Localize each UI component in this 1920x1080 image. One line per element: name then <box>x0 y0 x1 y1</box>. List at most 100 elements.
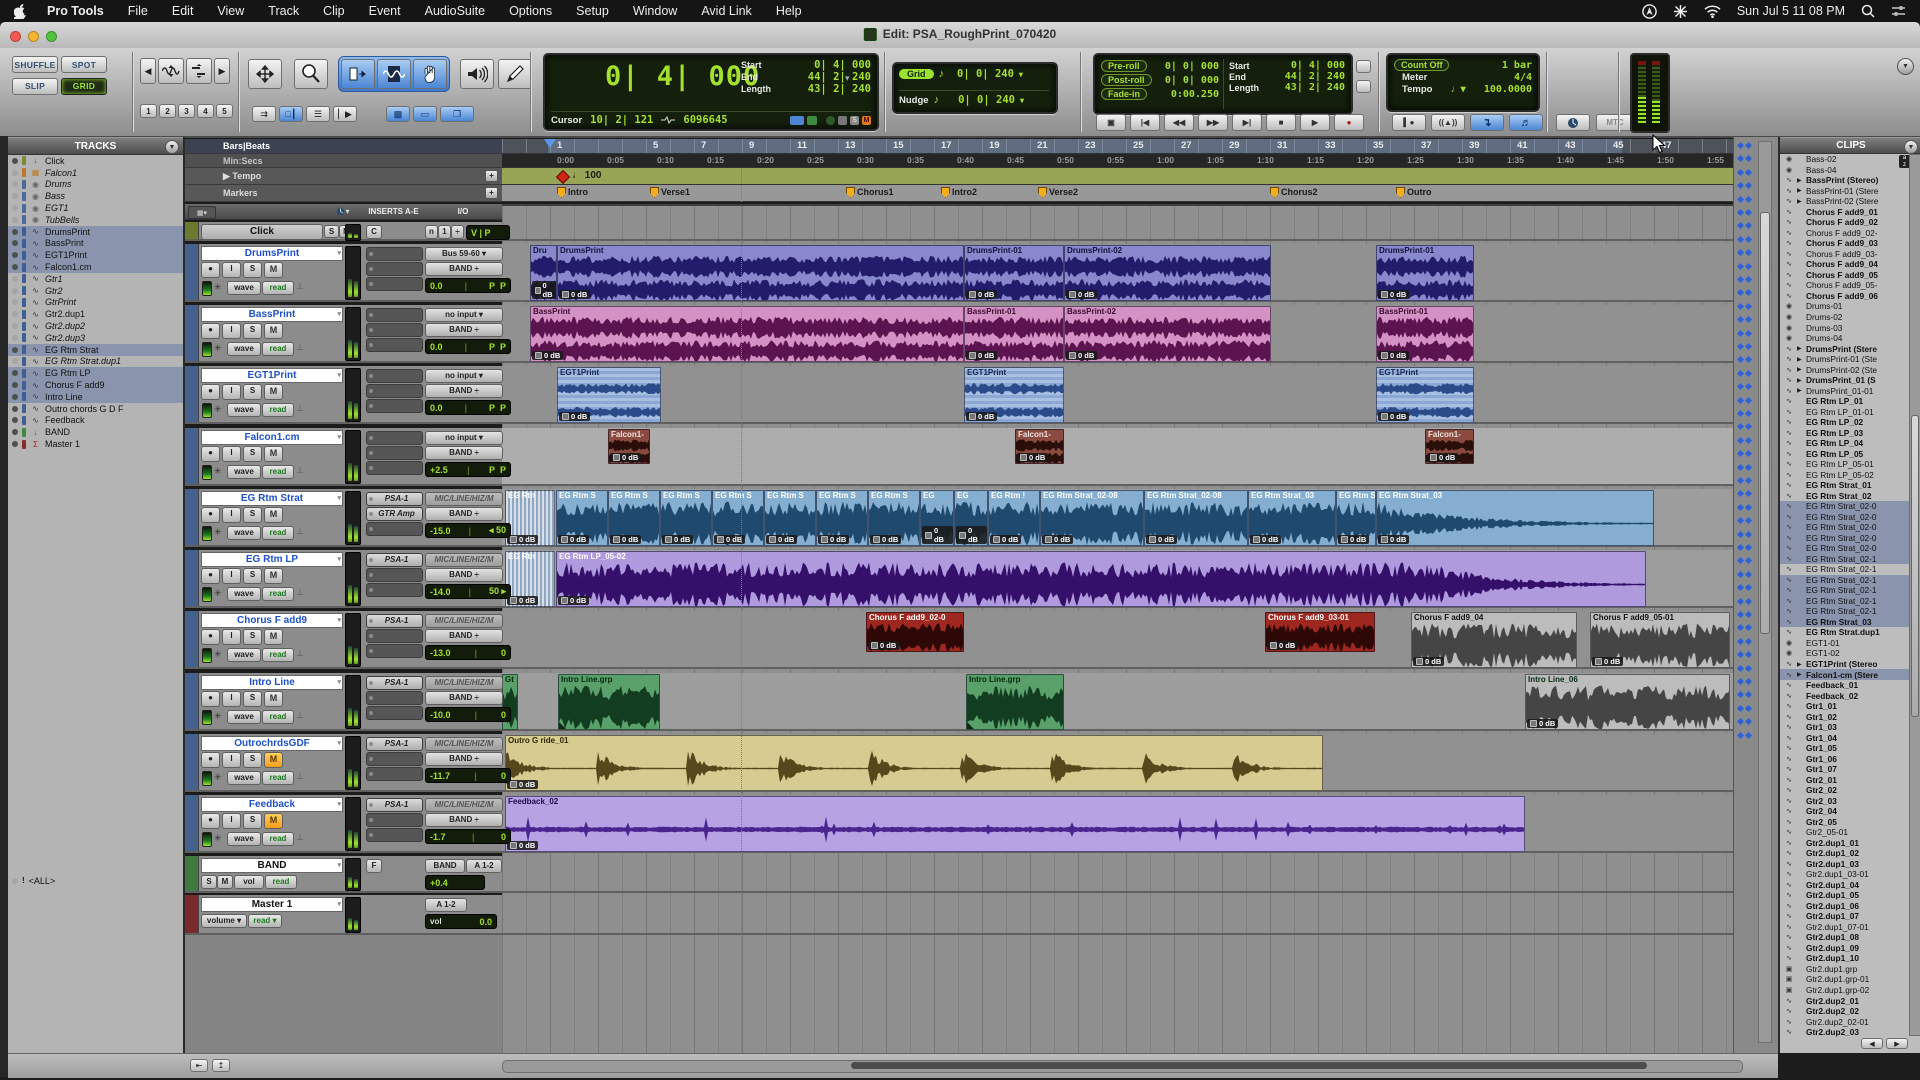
track-list-item-tubbells[interactable]: ◉TubBells <box>8 214 183 226</box>
clip-gain-badge[interactable]: 0 dB <box>1378 535 1409 544</box>
zoom-out-arrow-button[interactable]: ◀ <box>140 58 156 84</box>
count-off-value[interactable]: 1 bar <box>1502 60 1532 71</box>
clips-list-item[interactable]: ∿Gtr1_04 <box>1780 732 1920 743</box>
expand-stereo-icon[interactable]: ▶ <box>1797 377 1804 384</box>
clip-gain-badge[interactable]: 0 dB <box>966 412 997 421</box>
vol-view-button[interactable]: vol <box>234 875 264 889</box>
track-view-selector[interactable]: wave <box>227 465 261 479</box>
clip-gain-badge[interactable]: 0 dB <box>868 641 899 650</box>
clips-list-item[interactable]: ◉Drums-03 <box>1780 322 1920 333</box>
track-color-strip[interactable] <box>185 895 199 933</box>
track-list-item-bassprint[interactable]: ∿BassPrint <box>8 238 183 250</box>
insert-slot-2[interactable] <box>366 813 423 827</box>
automation-mode-button[interactable]: read <box>262 281 294 295</box>
clip-gain-badge[interactable]: 0 dB <box>922 526 953 544</box>
insert-slot-2[interactable] <box>366 629 423 643</box>
clips-list-item[interactable]: ∿Feedback_02 <box>1780 690 1920 701</box>
expand-stereo-icon[interactable]: ▶ <box>1797 356 1804 363</box>
elastic-audio-icon[interactable]: ✳ <box>214 404 222 415</box>
clip-gain-badge[interactable]: 0 dB <box>558 596 589 605</box>
clips-list-item[interactable]: ∿EG Rtm Strat_02-1 <box>1780 606 1920 617</box>
clip[interactable]: EGT1Print0 dB <box>964 367 1064 423</box>
track-list-item-chorus-f-add9[interactable]: ∿Chorus F add9 <box>8 379 183 391</box>
clip-gain-badge[interactable]: 0 dB <box>766 535 797 544</box>
track-color-strip[interactable] <box>185 244 199 300</box>
io-input[interactable]: n <box>425 225 438 239</box>
clip[interactable]: DrumsPrint-010 dB <box>964 245 1064 301</box>
io-output-selector[interactable]: BAND ÷ <box>425 262 503 276</box>
menu-item-track[interactable]: Track <box>268 4 299 18</box>
solo-button[interactable]: S <box>201 875 217 889</box>
track-name[interactable]: DrumsPrint▾ <box>201 246 343 261</box>
track-view-selector[interactable]: wave <box>227 587 261 601</box>
clip[interactable]: Intro Line.grp <box>966 674 1064 730</box>
clips-list-item[interactable]: ∿Gtr2.dup1_03 <box>1780 859 1920 870</box>
clips-list-item[interactable]: ∿Gtr2_04 <box>1780 806 1920 817</box>
clips-list-item[interactable]: ∿Gtr2.dup1_09 <box>1780 943 1920 954</box>
tempo-ruler-conductor-button[interactable]: ♬ <box>1509 114 1543 131</box>
automation-icon[interactable]: ⊥ <box>296 832 304 843</box>
io-input-selector[interactable]: MIC/LINE/HIZ/M <box>425 553 503 567</box>
track-list-item-egt1[interactable]: ◉EGT1 <box>8 202 183 214</box>
track-lane-falcon1-cm[interactable] <box>502 428 1733 486</box>
menu-item-avid-link[interactable]: Avid Link <box>701 4 752 18</box>
sel-length-value[interactable]: 43| 2| 240 <box>808 83 871 95</box>
mute-button[interactable]: M <box>264 446 283 462</box>
mute-button[interactable]: M <box>264 568 283 584</box>
clips-list-item[interactable]: ∿EG Rtm Strat_02 <box>1780 491 1920 502</box>
track-list-item-gtr2[interactable]: ∿Gtr2 <box>8 285 183 297</box>
track-name[interactable]: BAND▾ <box>201 858 343 873</box>
track-list-item-gtr2-dup2[interactable]: ∿Gtr2.dup2 <box>8 320 183 332</box>
track-visible-dot[interactable] <box>12 193 18 199</box>
clip-gain-badge[interactable]: 0 dB <box>1146 535 1177 544</box>
clips-list-item[interactable]: ∿EG Rtm Strat_02-0 <box>1780 533 1920 544</box>
insert-slot-1[interactable] <box>366 308 423 322</box>
sel-start-value[interactable]: 0| 4| 000 <box>814 59 871 71</box>
io-input-selector[interactable]: MIC/LINE/HIZ/M <box>425 492 503 506</box>
clip-gain-badge[interactable]: 0 dB <box>956 526 987 544</box>
track-header-feedback[interactable]: Feedback▾●ISM✳waveread⊥PSA-1MIC/LINE/HIZ… <box>185 795 502 853</box>
track-color-strip[interactable] <box>185 366 199 422</box>
insert-slot-1[interactable]: PSA-1 <box>366 614 423 628</box>
input-meter-icon[interactable] <box>202 342 212 357</box>
track-header-falcon1-cm[interactable]: Falcon1.cm▾●ISM✳waveread⊥no input ▾BAND … <box>185 428 502 486</box>
track-list-item-falcon1-cm[interactable]: ∿Falcon1.cm <box>8 261 183 273</box>
io-input-selector[interactable]: MIC/LINE/HIZ/M <box>425 614 503 628</box>
io-pan[interactable]: ÷ <box>451 225 464 239</box>
tracks-panel-menu-chevron[interactable]: ▼ <box>165 140 179 154</box>
clip-gain-badge[interactable]: 0 dB <box>1250 535 1281 544</box>
location-icon[interactable] <box>1642 4 1657 19</box>
track-visible-dot[interactable] <box>12 441 18 447</box>
transport-stop-button[interactable]: ■ <box>1266 114 1296 131</box>
volume-pan-lcd[interactable]: -14.0|50 ▸ <box>425 584 511 599</box>
automation-icon[interactable]: ⊥ <box>296 403 304 414</box>
input-monitor-button[interactable]: I <box>222 813 241 829</box>
io-input-selector[interactable]: no input ▾ <box>425 308 503 322</box>
zoom-window-button[interactable] <box>46 31 57 42</box>
insert-slot-2[interactable] <box>366 323 423 337</box>
clip-gain-badge[interactable]: 0 dB <box>507 841 538 850</box>
tempo-value[interactable]: 100.0000 <box>1484 84 1532 95</box>
external-button[interactable] <box>1356 80 1371 93</box>
clip[interactable]: Intro Line_060 dB <box>1525 674 1730 730</box>
clips-list-item[interactable]: ∿Gtr2_05 <box>1780 816 1920 827</box>
transport-metronome-button[interactable]: ▣ <box>1096 114 1126 131</box>
track-name[interactable]: Click <box>201 224 323 240</box>
track-header-intro-line[interactable]: Intro Line▾●ISM✳waveread⊥PSA-1MIC/LINE/H… <box>185 673 502 731</box>
clip-gain-badge[interactable]: 0 dB <box>507 535 538 544</box>
track-name[interactable]: Master 1▾ <box>201 897 343 912</box>
volume-pan-lcd[interactable]: -15.0|◂ 50 <box>425 523 511 538</box>
track-header-drumsprint[interactable]: DrumsPrint▾●ISM✳waveread⊥Bus 59-60 ▾BAND… <box>185 244 502 302</box>
volume-view-button[interactable]: volume ▾ <box>201 914 247 928</box>
tempo-change-icon[interactable] <box>556 170 570 184</box>
clip[interactable]: Intro Line.grp <box>558 674 660 730</box>
clip[interactable]: EG Rtm S0 dB <box>816 490 868 546</box>
nudge-value[interactable]: 0| 0| 240 <box>958 94 1015 106</box>
track-lane-click[interactable] <box>502 222 1733 241</box>
clips-list-item[interactable]: ◉EGT1-01 <box>1780 638 1920 649</box>
menu-clock[interactable]: Sun Jul 5 11 08 PM <box>1737 4 1845 18</box>
clips-list-item[interactable]: ∿EG Rtm LP_03 <box>1780 427 1920 438</box>
automation-mode-button[interactable]: read <box>262 832 294 846</box>
track-visible-dot[interactable] <box>12 229 18 235</box>
menu-item-audiosuite[interactable]: AudioSuite <box>425 4 485 18</box>
